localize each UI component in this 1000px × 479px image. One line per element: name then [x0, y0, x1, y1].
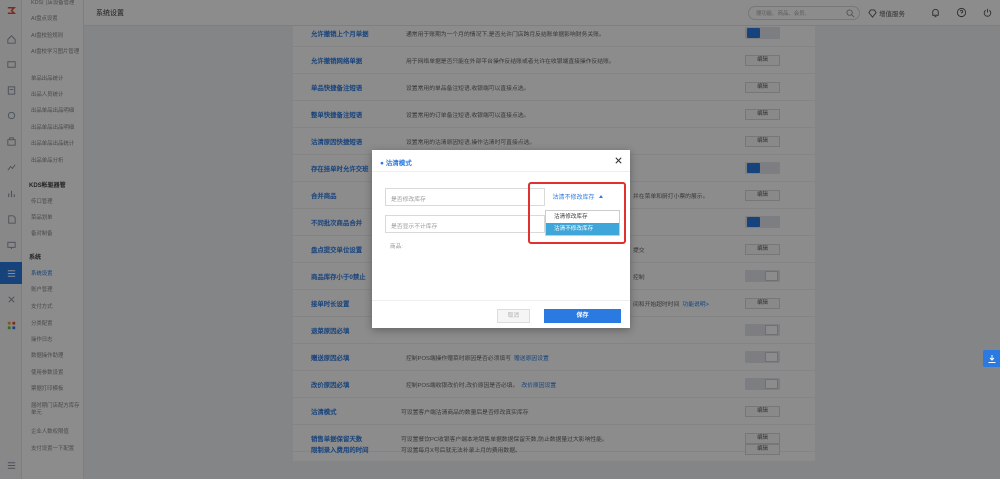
- download-float-button[interactable]: [983, 350, 1000, 367]
- save-button[interactable]: 保存: [544, 309, 621, 323]
- modify-stock-field[interactable]: 是否修改库存: [385, 188, 545, 206]
- dialog-title: ● 沽清模式: [380, 160, 412, 167]
- field-label: 是否显示不计库存: [391, 224, 438, 230]
- dialog-header: ● 沽清模式: [372, 150, 630, 172]
- field-label: 是否修改库存: [391, 197, 426, 203]
- cancel-button[interactable]: 取消: [497, 309, 530, 323]
- show-unlimited-stock-field[interactable]: 是否显示不计库存: [385, 215, 545, 233]
- download-icon: [988, 354, 995, 363]
- dialog-footer: 取消 保存: [372, 300, 630, 328]
- highlight-box: [528, 182, 626, 244]
- goods-label: 商品:: [390, 244, 403, 250]
- close-icon[interactable]: [614, 156, 623, 165]
